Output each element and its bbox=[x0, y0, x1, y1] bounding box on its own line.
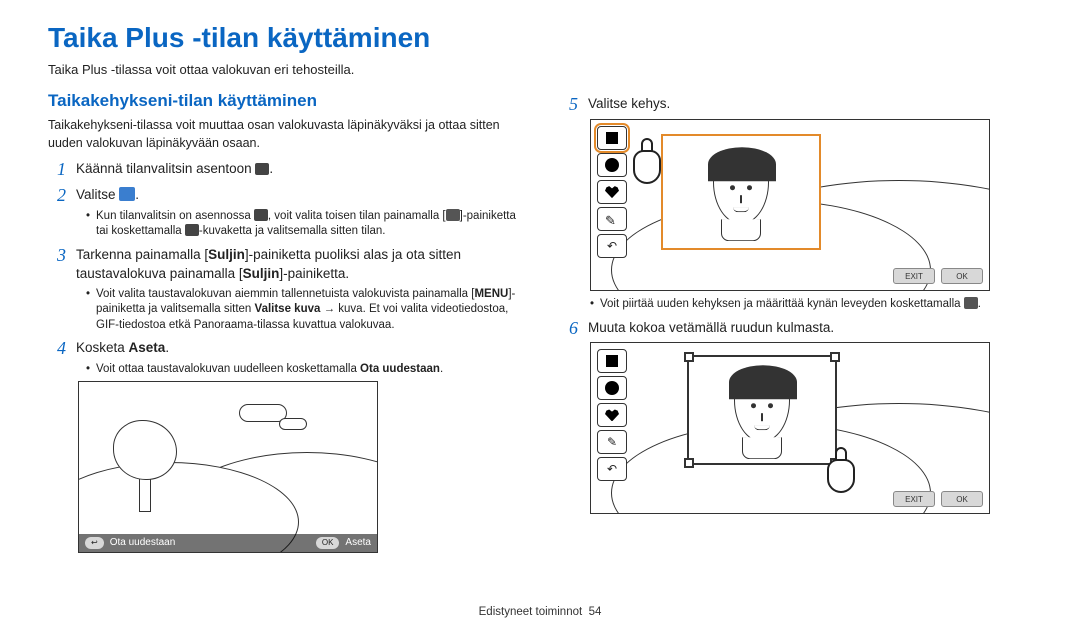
retake-label: Ota uudestaan bbox=[110, 536, 176, 550]
right-column: 5 Valitse kehys. ✎ ↶ bbox=[560, 89, 1032, 553]
ok-pill: OK bbox=[316, 537, 340, 549]
shape-circle-button[interactable] bbox=[597, 376, 627, 400]
illustration-select-frame: ✎ ↶ EXIT OK bbox=[590, 119, 990, 291]
illustration-footer-bar: EXIT OK bbox=[893, 268, 983, 284]
step-6: 6 Muuta kokoa vetämällä ruudun kulmasta. bbox=[560, 319, 1032, 339]
step1-text-post: . bbox=[269, 161, 273, 176]
mode-dial-icon bbox=[254, 209, 268, 221]
brush-button[interactable]: ✎ bbox=[597, 430, 627, 454]
brush-icon bbox=[964, 297, 978, 309]
left-column: Taikakehykseni-tilan käyttäminen Taikake… bbox=[48, 89, 520, 553]
step-2: 2 Valitse . bbox=[48, 186, 520, 206]
back-icon: ↩ bbox=[85, 537, 104, 549]
shape-square-button[interactable] bbox=[597, 349, 627, 373]
bullet-4a: Voit ottaa taustavalokuvan uudelleen kos… bbox=[86, 362, 520, 378]
undo-button[interactable]: ↶ bbox=[597, 234, 627, 258]
step-num-3: 3 bbox=[48, 246, 66, 284]
ok-button[interactable]: OK bbox=[941, 268, 983, 284]
bullet-5a: Voit piirtää uuden kehyksen ja määrittää… bbox=[590, 297, 1032, 313]
illustration-resize-frame: ✎ ↶ EXIT OK bbox=[590, 342, 990, 514]
ok-button[interactable]: OK bbox=[941, 491, 983, 507]
step2-text-pre: Valitse bbox=[76, 187, 119, 202]
step-num-2: 2 bbox=[48, 186, 66, 206]
undo-button[interactable]: ↶ bbox=[597, 457, 627, 481]
left-subhead: Taikakehykseni-tilan käyttäminen bbox=[48, 89, 520, 113]
exit-button[interactable]: EXIT bbox=[893, 268, 935, 284]
step-3: 3 Tarkenna painamalla [Suljin]-painikett… bbox=[48, 246, 520, 284]
left-subintro: Taikakehykseni-tilassa voit muuttaa osan… bbox=[48, 117, 520, 152]
brush-button[interactable]: ✎ bbox=[597, 207, 627, 231]
step-num-6: 6 bbox=[560, 319, 578, 339]
exit-button[interactable]: EXIT bbox=[893, 491, 935, 507]
magic-frame-icon bbox=[119, 187, 135, 201]
step-num-5: 5 bbox=[560, 95, 578, 115]
photo-frame-resizable[interactable] bbox=[687, 355, 837, 465]
photo-frame-selected[interactable] bbox=[661, 134, 821, 250]
step-5: 5 Valitse kehys. bbox=[560, 95, 1032, 115]
page-footer: Edistyneet toiminnot 54 bbox=[0, 604, 1080, 620]
back-button-icon bbox=[446, 209, 460, 221]
set-label: Aseta bbox=[345, 536, 371, 550]
mode-dial-icon bbox=[255, 163, 269, 175]
step-num-4: 4 bbox=[48, 339, 66, 359]
resize-handle-bl[interactable] bbox=[684, 458, 694, 468]
step-4: 4 Kosketa Aseta. bbox=[48, 339, 520, 359]
bullet-2a: Kun tilanvalitsin on asennossa , voit va… bbox=[86, 209, 520, 240]
shape-circle-button[interactable] bbox=[597, 153, 627, 177]
mode-dial-icon bbox=[185, 224, 199, 236]
page-title: Taika Plus -tilan käyttäminen bbox=[48, 18, 1032, 57]
shape-square-button[interactable] bbox=[597, 126, 627, 150]
illustration-bottom-bar: ↩ Ota uudestaan OK Aseta bbox=[79, 534, 377, 552]
page-intro: Taika Plus -tilassa voit ottaa valokuvan… bbox=[48, 61, 1032, 79]
illustration-footer-bar: EXIT OK bbox=[893, 491, 983, 507]
step1-text-pre: Käännä tilanvalitsin asentoon bbox=[76, 161, 255, 176]
shape-heart-button[interactable] bbox=[597, 180, 627, 204]
resize-handle-tl[interactable] bbox=[684, 352, 694, 362]
step2-text-post: . bbox=[135, 187, 139, 202]
step-1: 1 Käännä tilanvalitsin asentoon . bbox=[48, 160, 520, 180]
shape-sidebar: ✎ ↶ bbox=[597, 349, 631, 481]
touch-hand-icon bbox=[819, 447, 869, 497]
resize-handle-tr[interactable] bbox=[830, 352, 840, 362]
bullet-3a: Voit valita taustavalokuvan aiemmin tall… bbox=[86, 287, 520, 334]
illustration-tree-landscape: ↩ Ota uudestaan OK Aseta bbox=[78, 381, 378, 553]
shape-heart-button[interactable] bbox=[597, 403, 627, 427]
touch-hand-icon bbox=[625, 138, 675, 188]
step-num-1: 1 bbox=[48, 160, 66, 180]
